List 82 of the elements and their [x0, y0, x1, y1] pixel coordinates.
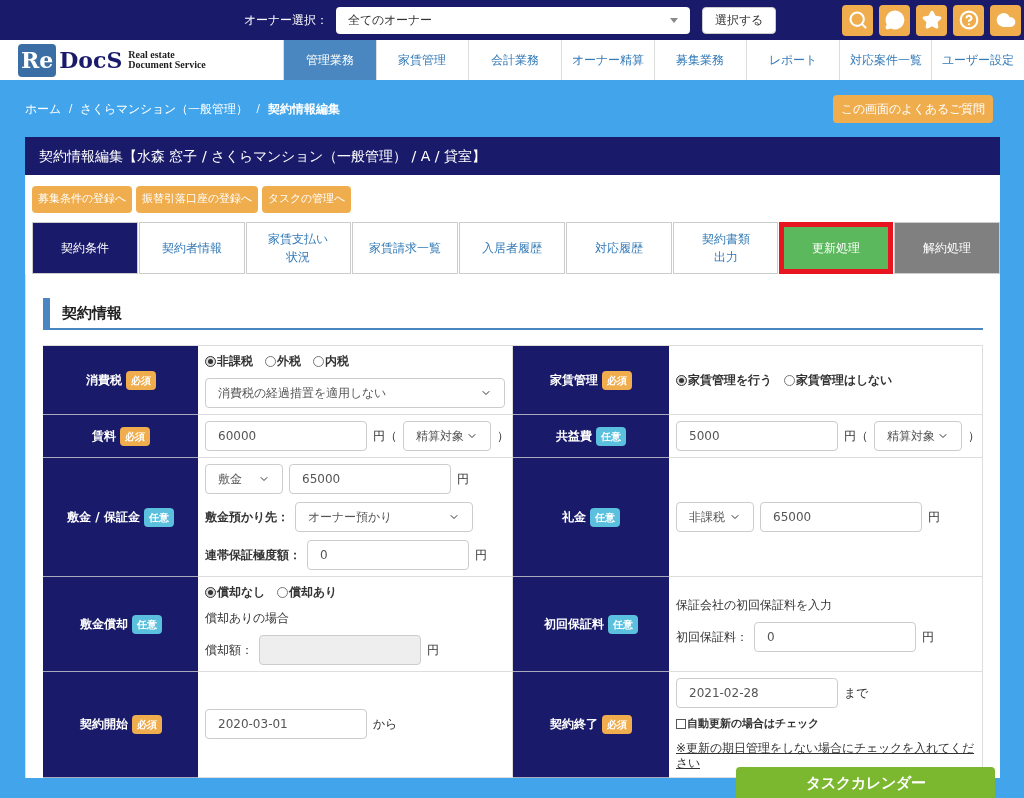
tab[interactable]: 対応履歴	[565, 222, 672, 274]
label-text: 初回保証料	[544, 616, 604, 633]
field-label: 連帯保証極度額：	[205, 547, 301, 564]
tab[interactable]: 契約書類 出力	[672, 222, 779, 274]
select-button[interactable]: 選択する	[702, 6, 776, 34]
input-field[interactable]: 65000	[760, 502, 922, 532]
input-field[interactable]: 0	[754, 622, 916, 652]
badge: 必須	[119, 426, 150, 446]
input-field[interactable]: 5000	[676, 421, 838, 451]
badge: 必須	[602, 370, 632, 390]
field-text: まで	[844, 685, 868, 702]
select-field[interactable]: 精算対象	[874, 421, 962, 451]
select-field[interactable]: オーナー預かり	[295, 502, 473, 532]
label-text: 契約開始	[79, 716, 128, 734]
field-text: 償却ありの場合	[205, 610, 289, 627]
select-field[interactable]: 消費税の経過措置を適用しない	[205, 378, 505, 408]
badge: 任意	[131, 614, 162, 634]
label-text: 家賃管理	[550, 372, 598, 389]
tab[interactable]: 家賃請求一覧	[352, 222, 459, 274]
label-text: 敷金 / 保証金	[67, 509, 140, 526]
field-text: 円（	[373, 428, 397, 445]
badge: 必須	[131, 714, 162, 734]
badge: 必須	[125, 370, 156, 390]
logo-tagline: Document Service	[128, 60, 206, 70]
input-field[interactable]: 0	[307, 540, 469, 570]
label-text: 賃料	[91, 428, 116, 445]
field-text: 円	[475, 547, 487, 564]
auto-renew-checkbox[interactable]: 自動更新の場合はチェック	[676, 716, 819, 733]
field-text: 円	[928, 509, 940, 526]
nav-tab[interactable]: 管理業務	[283, 40, 376, 80]
radio-label: 非課税	[217, 353, 253, 370]
radio-label: 家賃管理を行う	[688, 372, 772, 389]
tab[interactable]: 家賃支払い 状況	[245, 222, 352, 274]
badge: 任意	[608, 614, 638, 634]
logo-text: DocS	[59, 45, 123, 75]
label-text: 敷金償却	[79, 616, 128, 633]
select-field[interactable]: 敷金	[205, 464, 283, 494]
field-text: 初回保証料：	[676, 629, 748, 646]
label-text: 共益費	[556, 428, 592, 445]
tab[interactable]: 契約者情報	[138, 222, 245, 274]
badge: 任意	[590, 507, 620, 527]
input-field[interactable]: 2021-02-28	[676, 678, 838, 708]
tab[interactable]: 契約条件	[32, 222, 138, 274]
field-label: 敷金預かり先：	[205, 509, 289, 526]
field-text: から	[373, 716, 397, 734]
radio-label: 償却なし	[217, 584, 265, 601]
logo-tagline: Real estate	[128, 50, 176, 60]
badge: 任意	[143, 507, 174, 527]
field-text: 円	[427, 642, 439, 659]
field-text: 円	[922, 629, 934, 646]
tab[interactable]: 解約処理	[894, 222, 1001, 274]
field-text: 円（	[844, 428, 868, 445]
owner-select[interactable]: 全てのオーナー	[336, 6, 690, 34]
field-text: 保証会社の初回保証料を入力	[676, 597, 832, 614]
select-field[interactable]: 非課税	[676, 502, 754, 532]
field-text: 償却額：	[205, 642, 253, 659]
radio-label: 内税	[325, 353, 349, 370]
label-text: 契約終了	[550, 716, 598, 734]
field-text: ）	[497, 428, 509, 445]
section-title: 契約情報	[43, 298, 983, 330]
label-text: 礼金	[562, 509, 586, 526]
badge: 任意	[596, 426, 626, 446]
input-field[interactable]: 2020-03-01	[205, 709, 367, 740]
badge: 必須	[602, 714, 632, 734]
breadcrumb-separator: /	[69, 102, 73, 116]
panel-header: 契約情報編集【水森 窓子 / さくらマンション（一般管理） / A / 貸室】	[25, 137, 1000, 175]
radio-label: 償却あり	[289, 584, 337, 601]
breadcrumb-item[interactable]: さくらマンション（一般管理）	[80, 99, 249, 118]
select-field[interactable]: 精算対象	[403, 421, 491, 451]
breadcrumb-item[interactable]: ホーム	[25, 99, 61, 118]
field-text: ）	[968, 428, 980, 445]
owner-label: オーナー選択：	[244, 12, 328, 29]
field-text: 円	[457, 471, 469, 488]
radio-label: 外税	[277, 353, 301, 370]
logo-mark: Re	[18, 43, 57, 77]
breadcrumb-item: 契約情報編集	[267, 100, 340, 118]
radio-label: 家賃管理はしない	[796, 372, 892, 389]
input-field[interactable]: 60000	[205, 421, 367, 451]
input-field[interactable]: 65000	[289, 464, 451, 494]
tab[interactable]: 入居者履歴	[459, 222, 565, 274]
label-text: 消費税	[85, 372, 122, 389]
breadcrumb-separator: /	[256, 102, 260, 116]
